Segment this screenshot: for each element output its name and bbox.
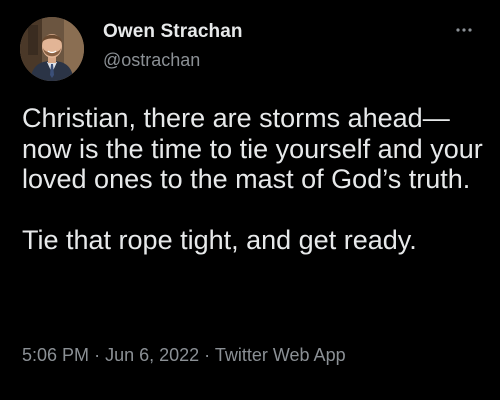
tweet-time[interactable]: 5:06 PM [22,345,89,365]
tweet-source[interactable]: Twitter Web App [215,345,346,365]
author-name[interactable]: Owen Strachan [103,21,243,43]
tweet-card: Owen Strachan @ostrachan Christian, ther… [0,0,500,400]
tweet-meta: 5:06 PM · Jun 6, 2022 · Twitter Web App [22,345,346,366]
more-options-button[interactable] [452,22,480,38]
tweet-date[interactable]: Jun 6, 2022 [105,345,199,365]
author-handle[interactable]: @ostrachan [103,50,200,71]
avatar[interactable] [20,17,84,81]
tweet-paragraph-1: Christian, there are storms ahead—now is… [22,103,483,194]
more-horizontal-icon [456,28,472,32]
tweet-text: Christian, there are storms ahead—now is… [22,103,487,255]
tweet-paragraph-2: Tie that rope tight, and get ready. [22,224,417,255]
meta-separator: · [94,345,101,365]
meta-separator: · [204,345,211,365]
avatar-photo [20,17,84,81]
